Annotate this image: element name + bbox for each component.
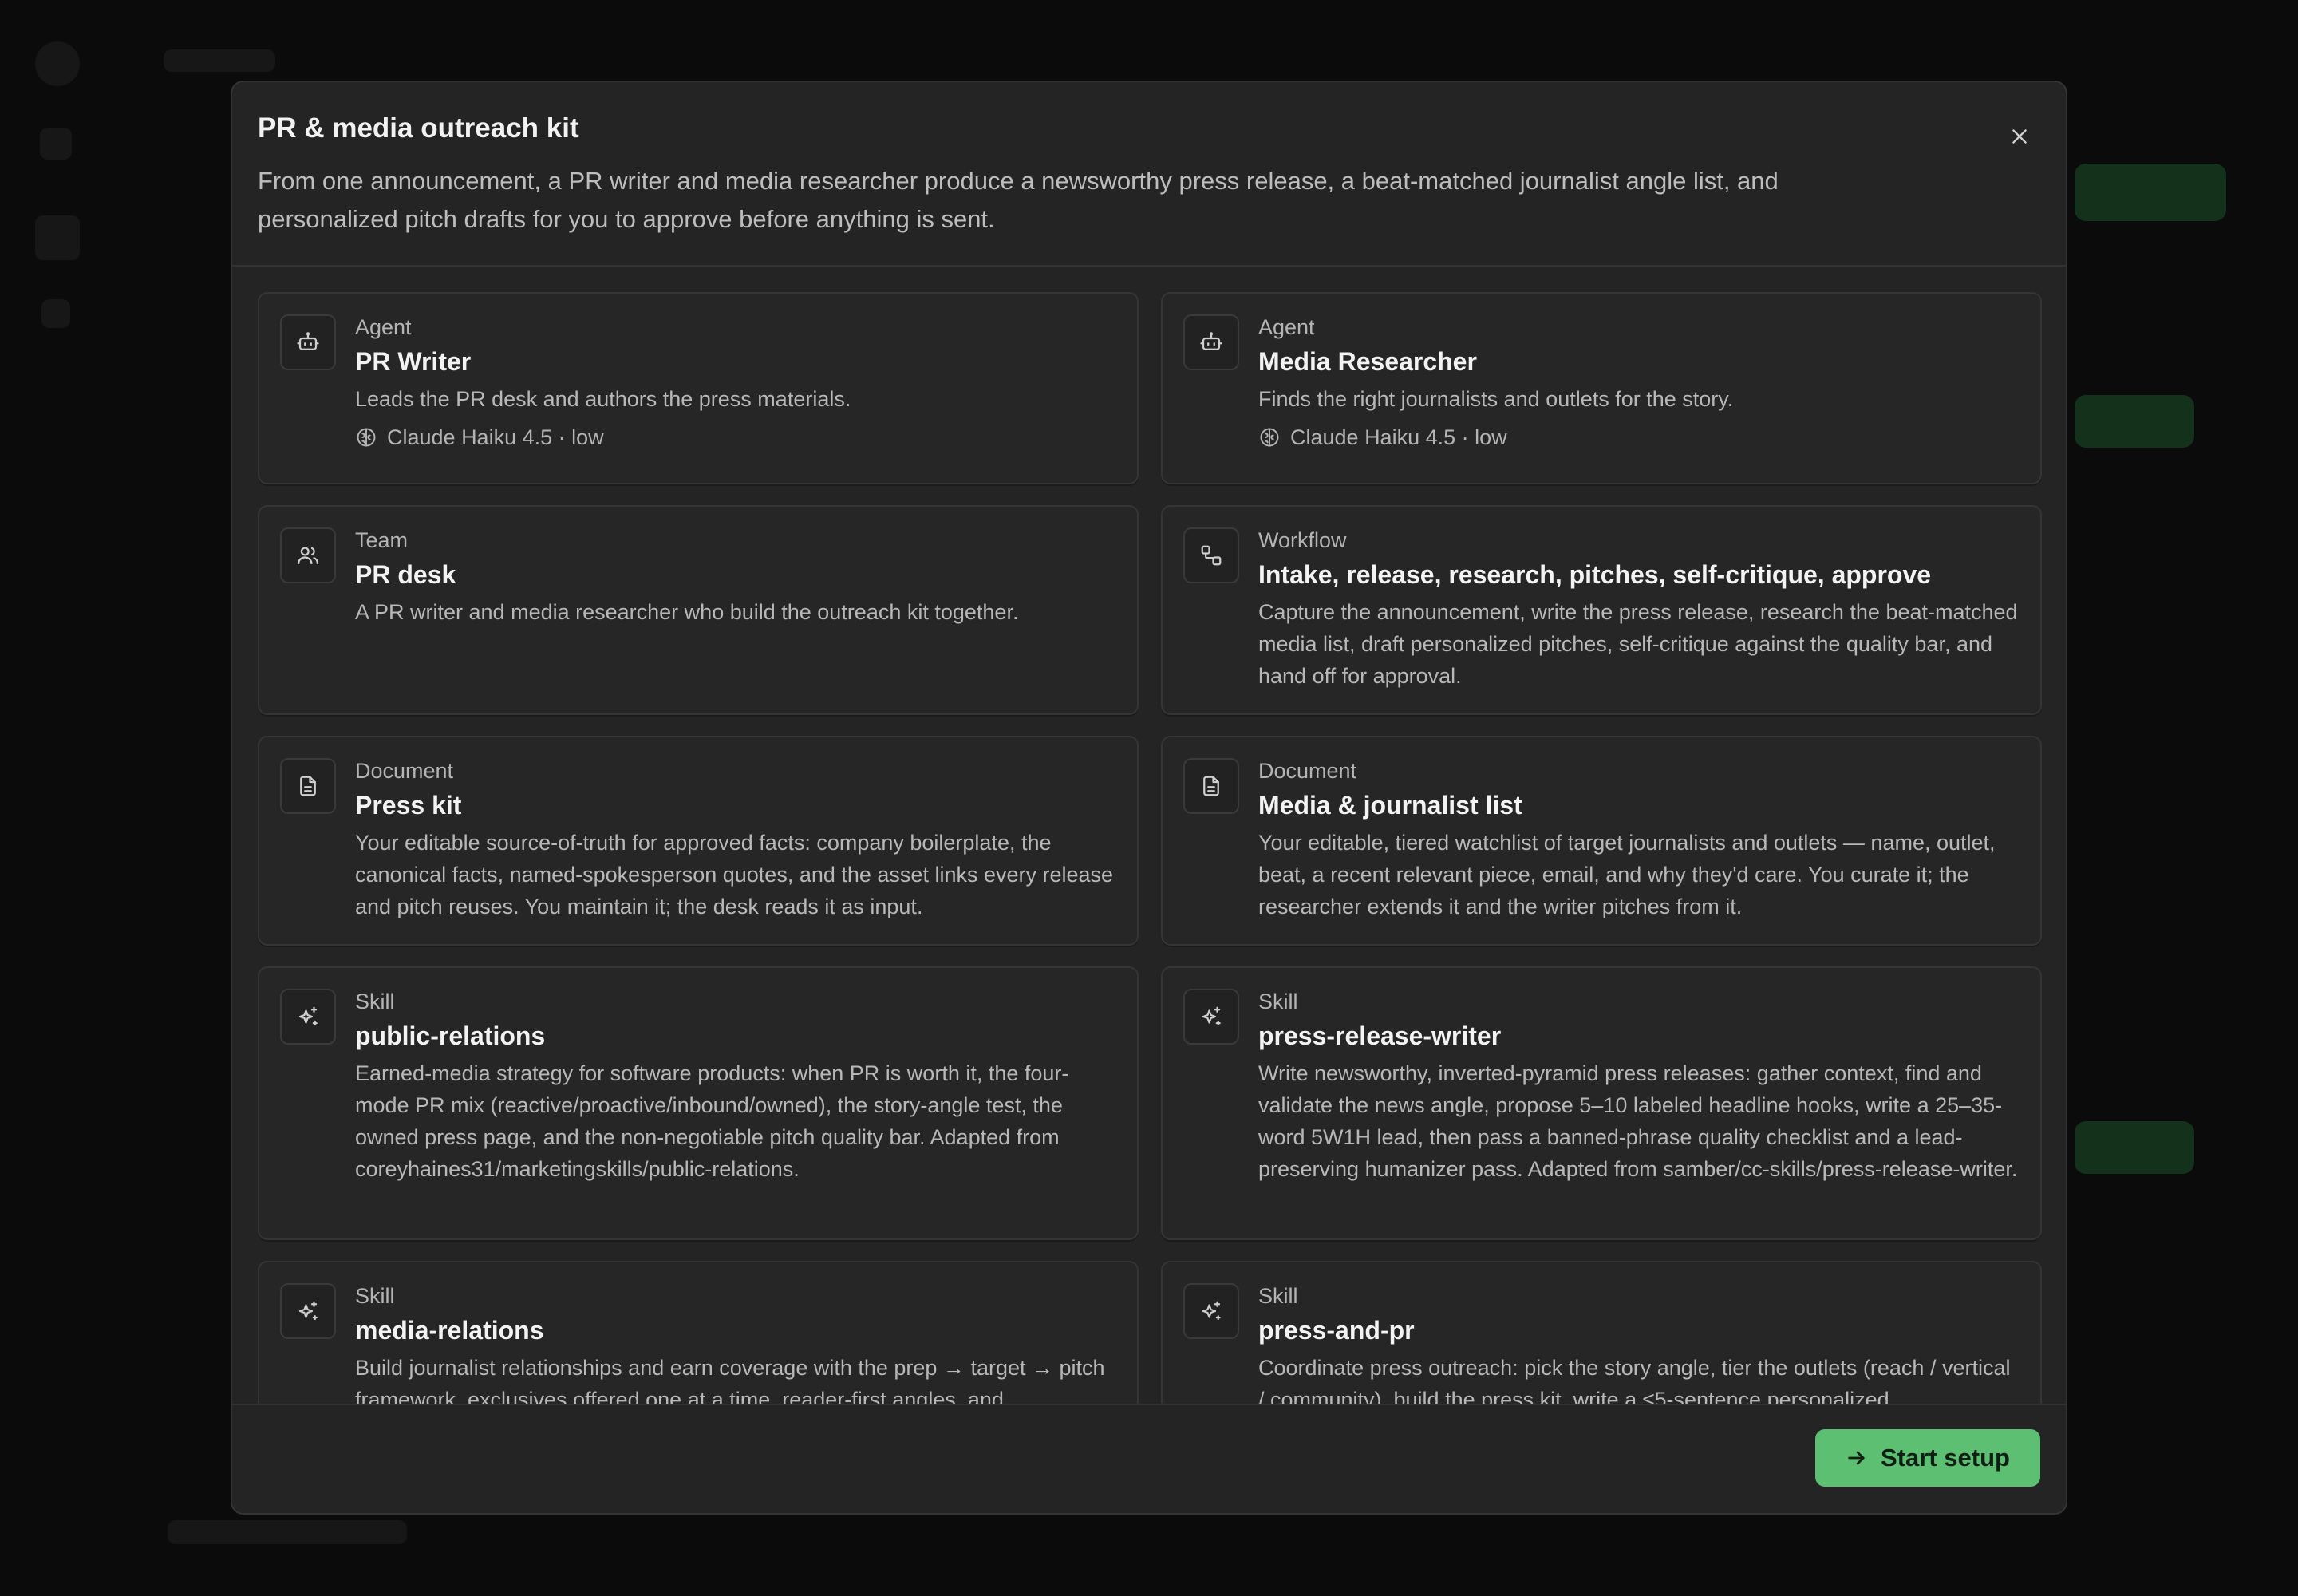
modal-title: PR & media outreach kit [258, 113, 579, 144]
card-title: Media Researcher [1258, 347, 1477, 376]
start-setup-button[interactable]: Start setup [1815, 1429, 2040, 1487]
card-kind: Agent [1258, 315, 1315, 339]
card-title: press-release-writer [1258, 1021, 1502, 1050]
arrow-right-icon [1848, 1451, 1865, 1465]
modal-footer: Start setup [232, 1404, 2066, 1513]
sparkle-icon [1183, 1283, 1239, 1339]
start-setup-label: Start setup [1881, 1444, 2010, 1472]
bg-button [2075, 395, 2194, 448]
modal-header: PR & media outreach kit From one announc… [232, 82, 2066, 267]
document-icon [1183, 758, 1239, 814]
card-title: PR Writer [355, 347, 472, 376]
card-kind: Skill [355, 1284, 395, 1308]
document-icon [280, 758, 336, 814]
model-label: Claude Haiku 4.5 · low [387, 425, 604, 449]
bg-logo [35, 41, 80, 86]
card-title: public-relations [355, 1021, 546, 1050]
robot-icon [280, 314, 336, 370]
bg-button [2075, 1121, 2194, 1174]
bg-nav [40, 128, 72, 160]
card-kind: Document [1258, 759, 1357, 783]
modal-body[interactable]: Agent PR Writer Leads the PR desk and au… [232, 267, 2066, 1487]
card-description: Earned-media strategy for software produ… [355, 1061, 1069, 1181]
workflow-icon [1183, 527, 1239, 583]
close-button[interactable] [2004, 120, 2035, 152]
card-model: Claude Haiku 4.5 · low [1258, 421, 2018, 453]
sparkle-icon [280, 989, 336, 1045]
users-icon [280, 527, 336, 583]
card-title: Intake, release, research, pitches, self… [1258, 560, 1932, 589]
model-label: Claude Haiku 4.5 · low [1290, 425, 1507, 449]
sparkle-icon [280, 1283, 336, 1339]
card-kind: Agent [355, 315, 412, 339]
card-title: media-relations [355, 1316, 544, 1345]
bg-nav [41, 299, 70, 328]
card-description: A PR writer and media researcher who bui… [355, 600, 1019, 624]
bg-footer [168, 1520, 407, 1544]
card-document-press-kit[interactable]: Document Press kit Your editable source-… [258, 736, 1139, 946]
bg-nav [35, 215, 80, 260]
brain-icon [357, 428, 376, 447]
card-description: Your editable source-of-truth for approv… [355, 831, 1114, 918]
card-title: Media & journalist list [1258, 791, 1522, 820]
card-agent-pr-writer[interactable]: Agent PR Writer Leads the PR desk and au… [258, 292, 1139, 484]
template-modal: PR & media outreach kit From one announc… [231, 81, 2067, 1515]
close-icon [2012, 129, 2027, 144]
card-team-pr-desk[interactable]: Team PR desk A PR writer and media resea… [258, 505, 1139, 715]
bg-header [164, 49, 275, 72]
sparkle-icon [1183, 989, 1239, 1045]
card-kind: Skill [1258, 990, 1298, 1013]
brain-icon [1260, 428, 1279, 447]
card-description: Write newsworthy, inverted-pyramid press… [1258, 1061, 2018, 1181]
card-kind: Team [355, 528, 409, 552]
card-skill-press-release-writer[interactable]: Skill press-release-writer Write newswor… [1161, 966, 2042, 1240]
bg-button [2075, 164, 2226, 221]
card-workflow[interactable]: Workflow Intake, release, research, pitc… [1161, 505, 2042, 715]
card-model: Claude Haiku 4.5 · low [355, 421, 1115, 453]
card-kind: Skill [1258, 1284, 1298, 1308]
component-grid: Agent PR Writer Leads the PR desk and au… [258, 292, 2042, 1487]
card-kind: Workflow [1258, 528, 1347, 552]
card-title: PR desk [355, 560, 456, 589]
card-description: Leads the PR desk and authors the press … [355, 387, 851, 411]
card-document-media-list[interactable]: Document Media & journalist list Your ed… [1161, 736, 2042, 946]
card-kind: Document [355, 759, 454, 783]
modal-description: From one announcement, a PR writer and m… [258, 167, 1779, 233]
card-skill-public-relations[interactable]: Skill public-relations Earned-media stra… [258, 966, 1139, 1240]
card-description: Your editable, tiered watchlist of targe… [1258, 831, 1996, 918]
card-description: Capture the announcement, write the pres… [1258, 600, 2018, 688]
card-title: Press kit [355, 791, 462, 820]
card-kind: Skill [355, 990, 395, 1013]
card-agent-media-researcher[interactable]: Agent Media Researcher Finds the right j… [1161, 292, 2042, 484]
card-description: Finds the right journalists and outlets … [1258, 387, 1734, 411]
robot-icon [1183, 314, 1239, 370]
card-title: press-and-pr [1258, 1316, 1415, 1345]
